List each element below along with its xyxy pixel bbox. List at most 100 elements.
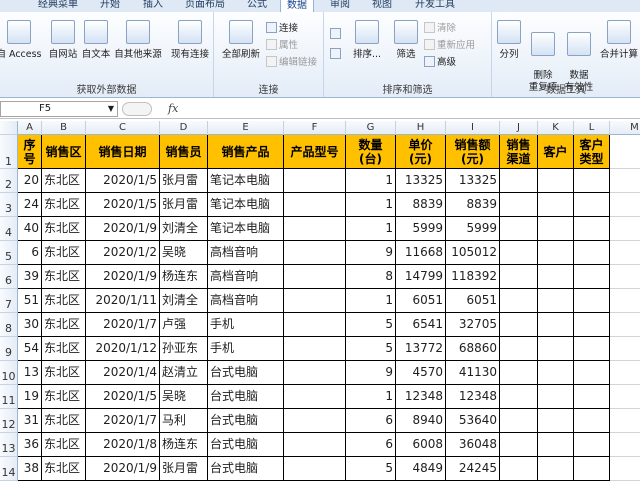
table-cell[interactable]: 8 (346, 265, 396, 289)
table-cell[interactable]: 8940 (396, 409, 446, 433)
column-header-j[interactable]: J (500, 121, 538, 135)
table-cell[interactable]: 13 (18, 361, 42, 385)
table-cell[interactable]: 6 (346, 433, 396, 457)
table-cell[interactable]: 东北区 (42, 433, 86, 457)
row-header[interactable]: 14 (0, 457, 18, 481)
table-cell[interactable] (574, 289, 610, 313)
table-cell[interactable]: 东北区 (42, 289, 86, 313)
from-web-button[interactable]: 自网站 (46, 20, 80, 60)
table-cell[interactable]: 11668 (396, 241, 446, 265)
formula-bar-resize-handle[interactable] (122, 102, 152, 116)
header-cell[interactable]: 产品型号 (284, 135, 346, 169)
tab-classic-menu[interactable]: 经典菜单 (38, 0, 78, 12)
table-cell[interactable]: 1 (346, 385, 396, 409)
table-cell[interactable] (574, 313, 610, 337)
spreadsheet-grid[interactable]: ABCDEFGHIJKLM 1 序号 销售区 销售日期 销售员 销售产品 产品型号 数量 (台… (0, 121, 640, 491)
grid-cell[interactable] (610, 217, 640, 241)
table-cell[interactable] (574, 169, 610, 193)
table-cell[interactable]: 张月雷 (160, 457, 208, 481)
table-cell[interactable]: 刘清全 (160, 217, 208, 241)
tab-data[interactable]: 数据 (280, 0, 314, 12)
table-cell[interactable]: 12348 (396, 385, 446, 409)
grid-cell[interactable] (610, 337, 640, 361)
grid-cell[interactable] (610, 289, 640, 313)
grid-cell[interactable] (610, 193, 640, 217)
sort-button[interactable]: 排序... (350, 20, 384, 60)
table-cell[interactable]: 台式电脑 (208, 433, 284, 457)
table-cell[interactable]: 6051 (446, 289, 500, 313)
table-cell[interactable]: 2020/1/2 (86, 241, 160, 265)
table-cell[interactable]: 高档音响 (208, 265, 284, 289)
table-cell[interactable]: 东北区 (42, 241, 86, 265)
row-header[interactable]: 8 (0, 313, 18, 337)
table-cell[interactable] (574, 337, 610, 361)
table-cell[interactable]: 马利 (160, 409, 208, 433)
column-header-i[interactable]: I (446, 121, 500, 135)
insert-function-icon[interactable]: fx (168, 102, 178, 115)
column-header-g[interactable]: G (346, 121, 396, 135)
header-cell[interactable]: 销售日期 (86, 135, 160, 169)
header-cell[interactable]: 客户 类型 (574, 135, 610, 169)
table-cell[interactable]: 2020/1/7 (86, 313, 160, 337)
table-cell[interactable]: 105012 (446, 241, 500, 265)
table-cell[interactable]: 手机 (208, 313, 284, 337)
table-cell[interactable]: 5999 (446, 217, 500, 241)
table-cell[interactable] (500, 169, 538, 193)
table-cell[interactable]: 5999 (396, 217, 446, 241)
connections-button[interactable]: 连接 (266, 20, 298, 34)
table-cell[interactable] (500, 289, 538, 313)
header-cell[interactable]: 销售额 (元) (446, 135, 500, 169)
table-cell[interactable]: 杨连东 (160, 433, 208, 457)
table-cell[interactable]: 笔记本电脑 (208, 193, 284, 217)
table-cell[interactable]: 东北区 (42, 361, 86, 385)
row-header[interactable]: 11 (0, 385, 18, 409)
column-header-b[interactable]: B (42, 121, 86, 135)
filter-button[interactable]: 筛选 (390, 20, 422, 60)
row-header[interactable]: 6 (0, 265, 18, 289)
table-cell[interactable]: 1 (346, 217, 396, 241)
table-cell[interactable] (500, 217, 538, 241)
header-cell[interactable]: 销售员 (160, 135, 208, 169)
table-cell[interactable] (538, 169, 574, 193)
table-cell[interactable]: 2020/1/9 (86, 217, 160, 241)
table-cell[interactable]: 2020/1/5 (86, 193, 160, 217)
row-header[interactable]: 4 (0, 217, 18, 241)
existing-connections-button[interactable]: 现有连接 (168, 20, 212, 60)
table-cell[interactable]: 吴晓 (160, 385, 208, 409)
tab-home[interactable]: 开始 (100, 0, 120, 12)
text-to-columns-button[interactable]: 分列 (494, 20, 524, 60)
table-cell[interactable]: 2020/1/12 (86, 337, 160, 361)
table-cell[interactable]: 笔记本电脑 (208, 217, 284, 241)
table-cell[interactable]: 6051 (396, 289, 446, 313)
table-cell[interactable]: 1 (346, 193, 396, 217)
table-cell[interactable]: 38 (18, 457, 42, 481)
table-cell[interactable] (538, 337, 574, 361)
table-cell[interactable] (284, 409, 346, 433)
table-cell[interactable] (284, 457, 346, 481)
table-cell[interactable] (500, 241, 538, 265)
table-cell[interactable]: 2020/1/5 (86, 385, 160, 409)
table-cell[interactable]: 张月雷 (160, 193, 208, 217)
table-cell[interactable]: 9 (346, 361, 396, 385)
table-cell[interactable] (574, 385, 610, 409)
grid-cell[interactable] (610, 241, 640, 265)
table-cell[interactable]: 2020/1/5 (86, 169, 160, 193)
grid-cell[interactable] (610, 135, 640, 169)
table-cell[interactable]: 53640 (446, 409, 500, 433)
table-cell[interactable]: 5 (346, 337, 396, 361)
table-cell[interactable]: 6 (18, 241, 42, 265)
table-cell[interactable]: 40 (18, 217, 42, 241)
table-cell[interactable] (500, 361, 538, 385)
table-cell[interactable] (284, 361, 346, 385)
table-cell[interactable] (574, 433, 610, 457)
from-access-button[interactable]: 自 Access (0, 20, 42, 60)
column-header-l[interactable]: L (574, 121, 610, 135)
column-header-f[interactable]: F (284, 121, 346, 135)
table-cell[interactable]: 刘清全 (160, 289, 208, 313)
table-cell[interactable]: 东北区 (42, 169, 86, 193)
table-cell[interactable]: 吴晓 (160, 241, 208, 265)
table-cell[interactable]: 东北区 (42, 217, 86, 241)
column-header-c[interactable]: C (86, 121, 160, 135)
table-cell[interactable]: 24 (18, 193, 42, 217)
table-cell[interactable]: 20 (18, 169, 42, 193)
